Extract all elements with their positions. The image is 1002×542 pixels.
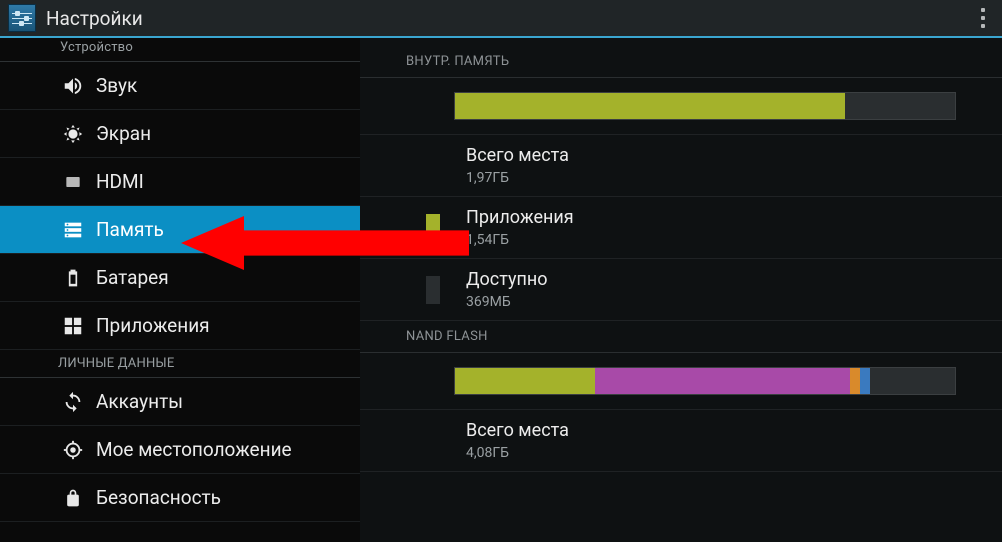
bar-seg-nand-d: [860, 368, 870, 394]
sidebar-item-label: Экран: [96, 122, 151, 145]
nand-usage-bar-row[interactable]: [360, 353, 1002, 410]
bar-seg-apps: [455, 93, 845, 119]
row-label: Всего места: [466, 420, 569, 441]
internal-usage-bar: [454, 92, 956, 120]
bar-seg-nand-a: [455, 368, 595, 394]
sidebar-item-battery[interactable]: Батарея: [0, 254, 360, 302]
bar-seg-nand-c: [850, 368, 860, 394]
sidebar-item-sound[interactable]: Звук: [0, 62, 360, 110]
sidebar-item-label: HDMI: [96, 170, 144, 193]
row-label: Всего места: [466, 145, 569, 166]
sidebar-item-display[interactable]: Экран: [0, 110, 360, 158]
location-icon: [62, 439, 84, 461]
bar-seg-nand-b: [595, 368, 850, 394]
brightness-icon: [62, 123, 84, 145]
sidebar-item-label: Батарея: [96, 266, 169, 289]
swatch-none: [426, 152, 440, 180]
nand-flash-header: NAND FLASH: [360, 321, 1002, 353]
sync-icon: [62, 391, 84, 413]
row-total-space[interactable]: Всего места 1,97ГБ: [360, 135, 1002, 197]
row-label: Доступно: [466, 269, 548, 290]
row-label: Приложения: [466, 207, 574, 228]
apps-icon: [62, 315, 84, 337]
battery-icon: [62, 267, 84, 289]
section-device: Устройство: [0, 40, 360, 62]
row-apps[interactable]: Приложения 1,54ГБ: [360, 197, 1002, 259]
storage-detail-panel: ВНУТР. ПАМЯТЬ Всего места 1,97ГБ Приложе…: [360, 38, 1002, 542]
sound-icon: [62, 75, 84, 97]
bar-seg-nand-free: [870, 368, 955, 394]
bar-seg-free: [845, 93, 955, 119]
sidebar-item-hdmi[interactable]: HDMI: [0, 158, 360, 206]
sidebar-item-accounts[interactable]: Аккаунты: [0, 378, 360, 426]
internal-usage-bar-row[interactable]: [360, 78, 1002, 135]
nand-usage-bar: [454, 367, 956, 395]
settings-sidebar: Устройство Звук Экран HDMI Память: [0, 38, 360, 542]
overflow-menu-button[interactable]: [972, 4, 994, 32]
sidebar-item-storage[interactable]: Память: [0, 206, 360, 254]
swatch-none: [426, 427, 440, 455]
title-bar: Настройки: [0, 0, 1002, 38]
swatch-free: [426, 276, 440, 304]
page-title: Настройки: [46, 7, 143, 30]
row-nand-total[interactable]: Всего места 4,08ГБ: [360, 410, 1002, 472]
internal-storage-header: ВНУТР. ПАМЯТЬ: [360, 46, 1002, 78]
swatch-apps: [426, 214, 440, 242]
storage-icon: [62, 219, 84, 241]
sidebar-item-apps[interactable]: Приложения: [0, 302, 360, 350]
row-value: 369МБ: [466, 294, 548, 310]
section-personal: ЛИЧНЫЕ ДАННЫЕ: [0, 350, 360, 378]
sidebar-item-label: Мое местоположение: [96, 438, 292, 461]
sidebar-item-label: Аккаунты: [96, 390, 183, 413]
hdmi-icon: [62, 171, 84, 193]
sidebar-item-label: Память: [96, 218, 164, 241]
settings-app-icon: [8, 4, 36, 32]
lock-icon: [62, 487, 84, 509]
sidebar-item-security[interactable]: Безопасность: [0, 474, 360, 522]
row-value: 4,08ГБ: [466, 445, 569, 461]
sidebar-item-label: Безопасность: [96, 486, 221, 509]
sidebar-item-label: Звук: [96, 74, 137, 97]
row-value: 1,97ГБ: [466, 170, 569, 186]
sidebar-item-label: Приложения: [96, 314, 210, 337]
row-available[interactable]: Доступно 369МБ: [360, 259, 1002, 321]
sidebar-item-location[interactable]: Мое местоположение: [0, 426, 360, 474]
row-value: 1,54ГБ: [466, 232, 574, 248]
